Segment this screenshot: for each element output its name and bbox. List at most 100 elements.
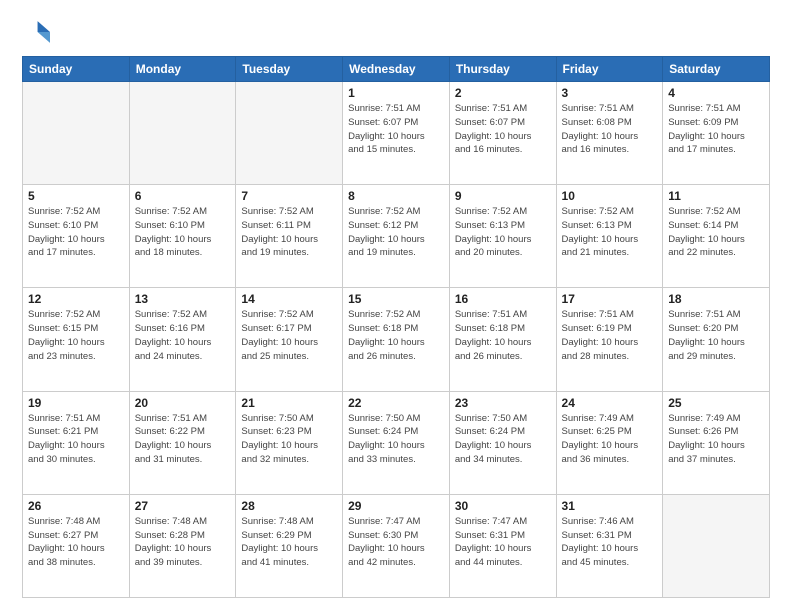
- calendar-cell: 22Sunrise: 7:50 AM Sunset: 6:24 PM Dayli…: [343, 391, 450, 494]
- day-number: 29: [348, 499, 444, 513]
- calendar-cell: 8Sunrise: 7:52 AM Sunset: 6:12 PM Daylig…: [343, 185, 450, 288]
- day-info: Sunrise: 7:52 AM Sunset: 6:15 PM Dayligh…: [28, 308, 124, 363]
- day-number: 1: [348, 86, 444, 100]
- weekday-header-monday: Monday: [129, 57, 236, 82]
- calendar-cell: 18 Sunrise: 7:51 AM Sunset: 6:20 PM Dayli…: [663, 288, 770, 391]
- weekday-header-row: SundayMondayTuesdayWednesdayThursdayFrid…: [23, 57, 770, 82]
- weekday-header-wednesday: Wednesday: [343, 57, 450, 82]
- day-info: Sunrise: 7:51 AM Sunset: 6:09 PM Dayligh…: [668, 102, 764, 157]
- day-number: 30: [455, 499, 551, 513]
- day-info: Sunrise: 7:52 AM Sunset: 6:16 PM Dayligh…: [135, 308, 231, 363]
- day-info: Sunrise: 7:52 AM Sunset: 6:17 PM Dayligh…: [241, 308, 337, 363]
- day-number: 17: [562, 292, 658, 306]
- day-number: 18: [668, 292, 764, 306]
- calendar-cell: 12 Sunrise: 7:52 AM Sunset: 6:15 PM Dayli…: [23, 288, 130, 391]
- day-info: Sunrise: 7:47 AM Sunset: 6:30 PM Dayligh…: [348, 515, 444, 570]
- day-number: 22: [348, 396, 444, 410]
- day-info: Sunrise: 7:51 AM Sunset: 6:19 PM Dayligh…: [562, 308, 658, 363]
- day-info: Sunrise: 7:52 AM Sunset: 6:10 PM Dayligh…: [135, 205, 231, 260]
- weekday-header-sunday: Sunday: [23, 57, 130, 82]
- day-number: 5: [28, 189, 124, 203]
- calendar-cell: 4Sunrise: 7:51 AM Sunset: 6:09 PM Daylig…: [663, 82, 770, 185]
- day-info: Sunrise: 7:48 AM Sunset: 6:28 PM Dayligh…: [135, 515, 231, 570]
- weekday-header-friday: Friday: [556, 57, 663, 82]
- calendar-week-3: 19 Sunrise: 7:51 AM Sunset: 6:21 PM Dayli…: [23, 391, 770, 494]
- calendar-cell: 19 Sunrise: 7:51 AM Sunset: 6:21 PM Dayli…: [23, 391, 130, 494]
- day-number: 27: [135, 499, 231, 513]
- day-info: Sunrise: 7:50 AM Sunset: 6:23 PM Dayligh…: [241, 412, 337, 467]
- calendar-cell: [23, 82, 130, 185]
- calendar-cell: 7Sunrise: 7:52 AM Sunset: 6:11 PM Daylig…: [236, 185, 343, 288]
- calendar-cell: 1 Sunrise: 7:51 AM Sunset: 6:07 PM Daylig…: [343, 82, 450, 185]
- day-number: 2: [455, 86, 551, 100]
- weekday-header-thursday: Thursday: [449, 57, 556, 82]
- calendar-cell: 14 Sunrise: 7:52 AM Sunset: 6:17 PM Dayli…: [236, 288, 343, 391]
- calendar-week-2: 12 Sunrise: 7:52 AM Sunset: 6:15 PM Dayli…: [23, 288, 770, 391]
- day-number: 24: [562, 396, 658, 410]
- day-info: Sunrise: 7:48 AM Sunset: 6:29 PM Dayligh…: [241, 515, 337, 570]
- calendar-cell: 2Sunrise: 7:51 AM Sunset: 6:07 PM Daylig…: [449, 82, 556, 185]
- weekday-header-tuesday: Tuesday: [236, 57, 343, 82]
- calendar-week-4: 26 Sunrise: 7:48 AM Sunset: 6:27 PM Dayli…: [23, 494, 770, 597]
- calendar-cell: 27 Sunrise: 7:48 AM Sunset: 6:28 PM Dayli…: [129, 494, 236, 597]
- day-number: 13: [135, 292, 231, 306]
- calendar-cell: 15 Sunrise: 7:52 AM Sunset: 6:18 PM Dayli…: [343, 288, 450, 391]
- day-info: Sunrise: 7:51 AM Sunset: 6:20 PM Dayligh…: [668, 308, 764, 363]
- calendar-cell: 28 Sunrise: 7:48 AM Sunset: 6:29 PM Dayli…: [236, 494, 343, 597]
- day-number: 14: [241, 292, 337, 306]
- day-info: Sunrise: 7:51 AM Sunset: 6:21 PM Dayligh…: [28, 412, 124, 467]
- day-info: Sunrise: 7:46 AM Sunset: 6:31 PM Dayligh…: [562, 515, 658, 570]
- day-number: 11: [668, 189, 764, 203]
- calendar-cell: 24 Sunrise: 7:49 AM Sunset: 6:25 PM Dayli…: [556, 391, 663, 494]
- day-number: 8: [348, 189, 444, 203]
- calendar-cell: 5 Sunrise: 7:52 AM Sunset: 6:10 PM Daylig…: [23, 185, 130, 288]
- calendar-cell: 23 Sunrise: 7:50 AM Sunset: 6:24 PM Dayli…: [449, 391, 556, 494]
- weekday-header-saturday: Saturday: [663, 57, 770, 82]
- day-number: 10: [562, 189, 658, 203]
- calendar-cell: 10 Sunrise: 7:52 AM Sunset: 6:13 PM Dayli…: [556, 185, 663, 288]
- day-info: Sunrise: 7:51 AM Sunset: 6:18 PM Dayligh…: [455, 308, 551, 363]
- calendar-cell: 11 Sunrise: 7:52 AM Sunset: 6:14 PM Dayli…: [663, 185, 770, 288]
- logo-icon: [22, 18, 50, 46]
- calendar-cell: 9Sunrise: 7:52 AM Sunset: 6:13 PM Daylig…: [449, 185, 556, 288]
- calendar-cell: 13 Sunrise: 7:52 AM Sunset: 6:16 PM Dayli…: [129, 288, 236, 391]
- day-number: 9: [455, 189, 551, 203]
- calendar-cell: [236, 82, 343, 185]
- calendar-cell: 25Sunrise: 7:49 AM Sunset: 6:26 PM Dayli…: [663, 391, 770, 494]
- calendar-cell: 6Sunrise: 7:52 AM Sunset: 6:10 PM Daylig…: [129, 185, 236, 288]
- day-info: Sunrise: 7:49 AM Sunset: 6:25 PM Dayligh…: [562, 412, 658, 467]
- calendar-cell: [129, 82, 236, 185]
- day-info: Sunrise: 7:47 AM Sunset: 6:31 PM Dayligh…: [455, 515, 551, 570]
- calendar-cell: 20 Sunrise: 7:51 AM Sunset: 6:22 PM Dayli…: [129, 391, 236, 494]
- header: [22, 18, 770, 46]
- calendar-week-0: 1 Sunrise: 7:51 AM Sunset: 6:07 PM Daylig…: [23, 82, 770, 185]
- calendar-cell: 16Sunrise: 7:51 AM Sunset: 6:18 PM Dayli…: [449, 288, 556, 391]
- calendar-cell: 3Sunrise: 7:51 AM Sunset: 6:08 PM Daylig…: [556, 82, 663, 185]
- day-number: 15: [348, 292, 444, 306]
- day-number: 19: [28, 396, 124, 410]
- day-number: 23: [455, 396, 551, 410]
- calendar-cell: 30 Sunrise: 7:47 AM Sunset: 6:31 PM Dayli…: [449, 494, 556, 597]
- day-info: Sunrise: 7:52 AM Sunset: 6:13 PM Dayligh…: [562, 205, 658, 260]
- day-number: 12: [28, 292, 124, 306]
- day-info: Sunrise: 7:51 AM Sunset: 6:22 PM Dayligh…: [135, 412, 231, 467]
- day-number: 7: [241, 189, 337, 203]
- logo: [22, 18, 54, 46]
- day-info: Sunrise: 7:52 AM Sunset: 6:18 PM Dayligh…: [348, 308, 444, 363]
- day-number: 26: [28, 499, 124, 513]
- day-number: 20: [135, 396, 231, 410]
- calendar-cell: 26 Sunrise: 7:48 AM Sunset: 6:27 PM Dayli…: [23, 494, 130, 597]
- day-info: Sunrise: 7:48 AM Sunset: 6:27 PM Dayligh…: [28, 515, 124, 570]
- day-number: 21: [241, 396, 337, 410]
- day-info: Sunrise: 7:50 AM Sunset: 6:24 PM Dayligh…: [455, 412, 551, 467]
- calendar-week-1: 5 Sunrise: 7:52 AM Sunset: 6:10 PM Daylig…: [23, 185, 770, 288]
- day-info: Sunrise: 7:52 AM Sunset: 6:14 PM Dayligh…: [668, 205, 764, 260]
- day-number: 25: [668, 396, 764, 410]
- calendar-cell: 31Sunrise: 7:46 AM Sunset: 6:31 PM Dayli…: [556, 494, 663, 597]
- day-info: Sunrise: 7:51 AM Sunset: 6:07 PM Dayligh…: [348, 102, 444, 157]
- calendar-cell: 29 Sunrise: 7:47 AM Sunset: 6:30 PM Dayli…: [343, 494, 450, 597]
- day-number: 28: [241, 499, 337, 513]
- day-info: Sunrise: 7:52 AM Sunset: 6:10 PM Dayligh…: [28, 205, 124, 260]
- day-number: 3: [562, 86, 658, 100]
- page: SundayMondayTuesdayWednesdayThursdayFrid…: [0, 0, 792, 612]
